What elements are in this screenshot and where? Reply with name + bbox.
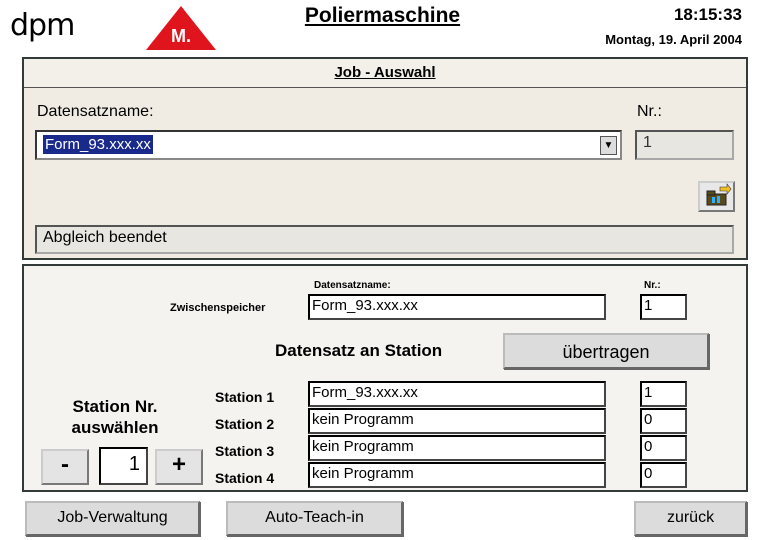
station-1-label: Station 1 xyxy=(215,389,275,405)
zurueck-button[interactable]: zurück xyxy=(634,501,747,536)
station-2-name-field[interactable]: kein Programm xyxy=(308,408,606,434)
badge-text: M. xyxy=(171,26,191,46)
datensatz-an-station-heading: Datensatz an Station xyxy=(275,341,443,360)
datensatz-label: Datensatzname: xyxy=(37,103,154,120)
warning-triangle-logo: M. xyxy=(146,6,216,50)
station-minus-button[interactable]: - xyxy=(41,449,89,485)
zwischenspeicher-label: Zwischenspeicher xyxy=(170,302,266,314)
station-3-name-field[interactable]: kein Programm xyxy=(308,435,606,461)
clock-time: 18:15:33 xyxy=(673,5,742,24)
clock-date: Montag, 19. April 2004 xyxy=(605,32,742,47)
station-2-label: Station 2 xyxy=(215,416,275,432)
station-plus-button[interactable]: + xyxy=(155,449,203,485)
station-select-label-line1: Station Nr. xyxy=(72,397,158,416)
uebertragen-button[interactable]: übertragen xyxy=(503,333,709,369)
nr-col-label: Nr.: xyxy=(644,280,661,291)
station-3-label: Station 3 xyxy=(215,443,275,459)
station-4-nr-field[interactable]: 0 xyxy=(640,462,687,488)
job-panel-title: Job - Auswahl xyxy=(334,64,436,81)
station-select-label: Station Nr. auswählen xyxy=(40,396,190,438)
datensatz-dropdown[interactable]: Form_93.xxx.xx ▼ xyxy=(35,130,622,160)
app-title: Poliermaschine xyxy=(304,4,461,27)
station-2-nr-field[interactable]: 0 xyxy=(640,408,687,434)
folder-transfer-button[interactable] xyxy=(698,181,735,212)
chevron-down-icon[interactable]: ▼ xyxy=(600,136,617,155)
nr-label: Nr.: xyxy=(637,103,662,120)
dpm-logo: dpm xyxy=(10,8,75,43)
status-field: Abgleich beendet xyxy=(35,225,734,254)
auto-teach-in-button[interactable]: Auto-Teach-in xyxy=(226,501,403,536)
datensatz-col-label: Datensatzname: xyxy=(314,280,391,291)
station-4-name-field[interactable]: kein Programm xyxy=(308,462,606,488)
station-1-nr-field[interactable]: 1 xyxy=(640,381,687,407)
job-nr-field: 1 xyxy=(635,130,734,160)
datensatz-dropdown-value: Form_93.xxx.xx xyxy=(43,135,153,154)
station-number-field[interactable]: 1 xyxy=(99,447,148,485)
zwischenspeicher-name-field[interactable]: Form_93.xxx.xx xyxy=(308,294,606,320)
job-verwaltung-button[interactable]: Job-Verwaltung xyxy=(25,501,200,536)
station-4-label: Station 4 xyxy=(215,470,275,486)
job-panel-header: Job - Auswahl xyxy=(24,59,746,88)
station-select-label-line2: auswählen xyxy=(71,418,159,437)
station-1-name-field[interactable]: Form_93.xxx.xx xyxy=(308,381,606,407)
zwischenspeicher-nr-field[interactable]: 1 xyxy=(640,294,687,320)
folder-transfer-icon xyxy=(706,183,732,206)
station-3-nr-field[interactable]: 0 xyxy=(640,435,687,461)
